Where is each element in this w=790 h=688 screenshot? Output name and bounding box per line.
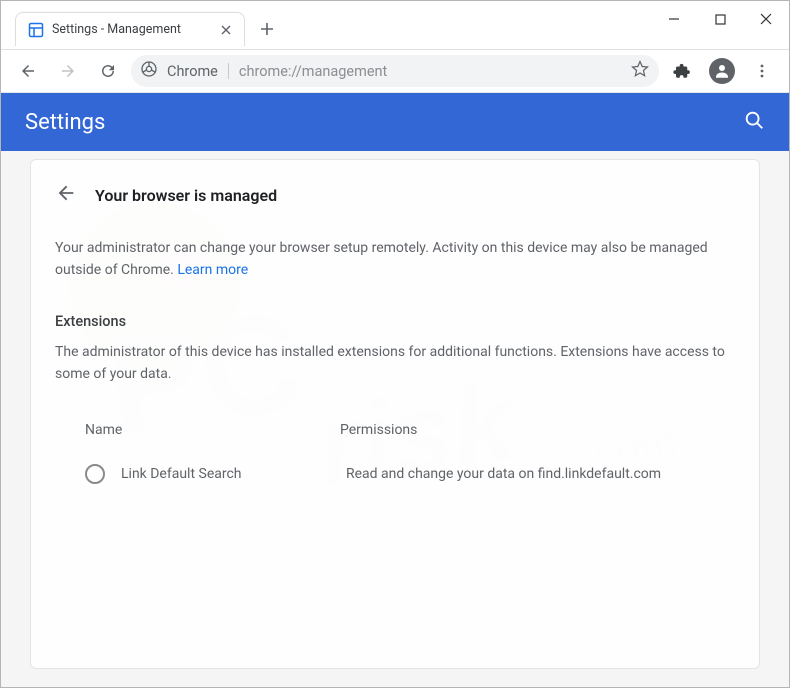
management-intro: Your administrator can change your brows… (55, 232, 735, 295)
omnibox-divider (228, 63, 229, 79)
window-close-button[interactable] (743, 1, 789, 37)
extension-name: Link Default Search (121, 466, 346, 482)
content-area: Your browser is managed Your administrat… (1, 151, 789, 688)
extensions-description: The administrator of this device has ins… (55, 336, 735, 399)
table-header-row: Name Permissions (55, 414, 735, 458)
tab-title: Settings - Management (52, 22, 210, 37)
settings-app-header: Settings (1, 93, 789, 151)
browser-titlebar: Settings - Management (1, 1, 789, 49)
window-maximize-button[interactable] (697, 1, 743, 37)
settings-favicon-icon (28, 22, 44, 38)
column-header-permissions: Permissions (340, 422, 735, 438)
window-controls (651, 1, 789, 37)
omnibox-url: chrome://management (239, 63, 621, 80)
nav-reload-button[interactable] (91, 54, 125, 88)
settings-back-icon[interactable] (55, 182, 77, 208)
management-card: Your browser is managed Your administrat… (30, 159, 760, 669)
address-bar: Chrome chrome://management (1, 49, 789, 93)
omnibox-scheme-label: Chrome (167, 63, 218, 80)
chrome-menu-button[interactable] (745, 54, 779, 88)
settings-app-title: Settings (25, 110, 743, 135)
extensions-heading: Extensions (55, 295, 735, 336)
profile-avatar-icon[interactable] (709, 58, 735, 84)
card-header: Your browser is managed (55, 176, 735, 232)
extension-permissions: Read and change your data on find.linkde… (346, 466, 735, 482)
tab-strip: Settings - Management (1, 1, 651, 49)
extensions-puzzle-icon[interactable] (665, 54, 699, 88)
extensions-table: Name Permissions Link Default Search Rea… (55, 400, 735, 490)
nav-back-button[interactable] (11, 54, 45, 88)
bookmark-star-icon[interactable] (631, 60, 649, 82)
new-tab-button[interactable] (253, 15, 281, 43)
chrome-product-icon (141, 61, 157, 81)
tab-close-icon[interactable] (218, 22, 234, 38)
column-header-name: Name (85, 422, 340, 438)
window-minimize-button[interactable] (651, 1, 697, 37)
extension-icon (85, 464, 105, 484)
browser-tab[interactable]: Settings - Management (15, 12, 245, 46)
page-title: Your browser is managed (95, 186, 277, 205)
intro-text: Your administrator can change your brows… (55, 240, 708, 278)
nav-forward-button[interactable] (51, 54, 85, 88)
learn-more-link[interactable]: Learn more (177, 262, 248, 278)
table-row: Link Default Search Read and change your… (55, 458, 735, 490)
settings-search-icon[interactable] (743, 109, 765, 135)
omnibox[interactable]: Chrome chrome://management (131, 55, 659, 87)
